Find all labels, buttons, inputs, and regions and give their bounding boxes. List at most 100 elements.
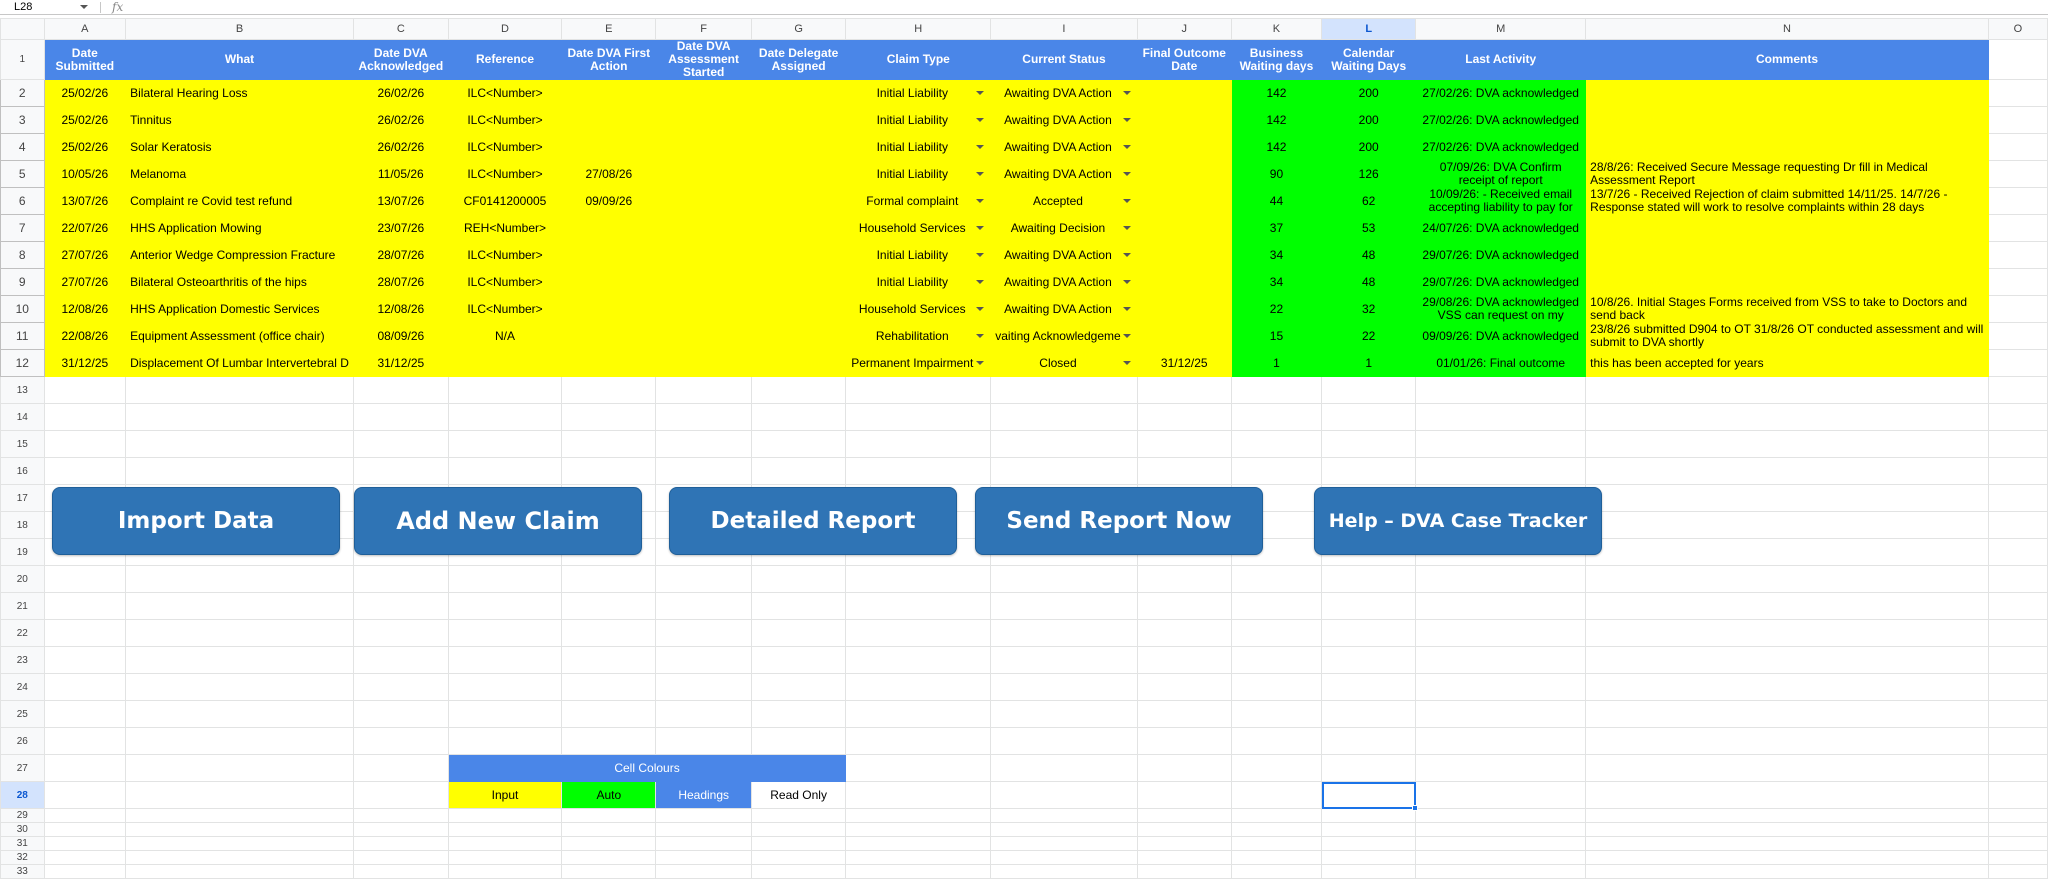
cell[interactable] [1321, 727, 1417, 755]
cell-calendar-waiting-days[interactable]: 48 [1321, 268, 1417, 296]
cell[interactable] [125, 403, 354, 431]
cell-last-activity[interactable]: 24/07/26: DVA acknowledged [1415, 214, 1587, 242]
chevron-down-icon[interactable] [976, 307, 985, 311]
cell[interactable] [1585, 754, 1989, 782]
header-date-dva-acknowledged[interactable]: Date DVA Acknowledged [352, 39, 449, 80]
cell[interactable] [1321, 700, 1417, 728]
cell[interactable] [990, 403, 1138, 431]
cell[interactable] [655, 592, 752, 620]
cell-what[interactable]: Displacement Of Lumbar Intervertebral D [125, 349, 354, 377]
cell[interactable] [1987, 403, 2048, 431]
cell-date-delegate-assigned[interactable] [750, 133, 847, 161]
cell[interactable] [447, 619, 563, 647]
claim-type-dropdown[interactable]: Initial Liability [850, 168, 986, 181]
cell-final-outcome-date[interactable] [1136, 79, 1232, 107]
cell-calendar-waiting-days[interactable]: 200 [1321, 133, 1417, 161]
cell[interactable] [1585, 538, 1989, 566]
cell[interactable] [1230, 781, 1323, 809]
cell-final-outcome-date[interactable] [1136, 106, 1232, 134]
cell[interactable] [655, 403, 752, 431]
cell[interactable] [125, 646, 354, 674]
cell[interactable] [43, 754, 127, 782]
cell-date-submitted[interactable]: 22/08/26 [43, 322, 127, 350]
cell[interactable] [750, 864, 847, 879]
cell[interactable] [1230, 673, 1323, 701]
cell-business-waiting-days[interactable]: 90 [1230, 160, 1323, 188]
cell-reference[interactable]: ILC<Number> [447, 133, 563, 161]
chevron-down-icon[interactable] [976, 91, 985, 95]
cell[interactable] [1987, 850, 2048, 865]
cell-business-waiting-days[interactable]: 1 [1230, 349, 1323, 377]
header-reference[interactable]: Reference [447, 39, 563, 80]
cell[interactable] [1987, 673, 2048, 701]
cell[interactable] [1230, 619, 1323, 647]
cell[interactable] [845, 822, 992, 837]
row-number[interactable]: 14 [0, 403, 45, 431]
cell-current-status[interactable]: Awaiting DVA Action [990, 295, 1138, 323]
cell[interactable] [561, 646, 657, 674]
cell[interactable] [43, 781, 127, 809]
cell[interactable] [1987, 295, 2048, 323]
cell[interactable] [1585, 403, 1989, 431]
cell[interactable] [1230, 808, 1323, 823]
cell[interactable] [1415, 836, 1587, 851]
cell-reference[interactable]: REH<Number> [447, 214, 563, 242]
cell[interactable] [43, 850, 127, 865]
cell-what[interactable]: HHS Application Mowing [125, 214, 354, 242]
select-all-corner[interactable] [0, 18, 45, 40]
cell-date-delegate-assigned[interactable] [750, 106, 847, 134]
cell-claim-type[interactable]: Initial Liability [845, 241, 992, 269]
cell[interactable] [750, 619, 847, 647]
cell-business-waiting-days[interactable]: 44 [1230, 187, 1323, 215]
column-header-m[interactable]: M [1415, 18, 1587, 40]
cell[interactable] [1415, 430, 1587, 458]
cell-date-submitted[interactable]: 25/02/26 [43, 133, 127, 161]
cell[interactable] [125, 864, 354, 879]
cell[interactable] [990, 808, 1138, 823]
cell[interactable] [447, 430, 563, 458]
cell[interactable] [1415, 754, 1587, 782]
cell[interactable] [655, 565, 752, 593]
cell[interactable] [1415, 403, 1587, 431]
column-header-j[interactable]: J [1136, 18, 1232, 40]
cell-comments[interactable]: 13/7/26 - Received Rejection of claim su… [1585, 187, 1989, 215]
chevron-down-icon[interactable] [976, 172, 985, 176]
send-report-now-button[interactable]: Send Report Now [975, 487, 1263, 555]
cell-current-status[interactable]: vaiting Acknowledgeme [990, 322, 1138, 350]
cell-grid[interactable]: ABCDEFGHIJKLMNO 1 Date Submitted What Date… [0, 18, 2048, 879]
cell-final-outcome-date[interactable] [1136, 322, 1232, 350]
cell[interactable] [1585, 592, 1989, 620]
cell[interactable] [990, 673, 1138, 701]
detailed-report-button[interactable]: Detailed Report [669, 487, 957, 555]
chevron-down-icon[interactable] [976, 145, 985, 149]
cell[interactable] [1987, 376, 2048, 404]
cell-comments[interactable]: 23/8/26 submitted D904 to OT 31/8/26 OT … [1585, 322, 1989, 350]
cell[interactable] [1585, 511, 1989, 539]
column-header-o[interactable]: O [1987, 18, 2048, 40]
cell[interactable] [352, 646, 449, 674]
cell-claim-type[interactable]: Initial Liability [845, 79, 992, 107]
cell[interactable] [1230, 864, 1323, 879]
claim-type-dropdown[interactable]: Household Services [850, 222, 986, 235]
cell-calendar-waiting-days[interactable]: 200 [1321, 106, 1417, 134]
status-dropdown[interactable]: vaiting Acknowledgeme [995, 330, 1132, 343]
cell[interactable] [1987, 187, 2048, 215]
cell-calendar-waiting-days[interactable]: 32 [1321, 295, 1417, 323]
cell[interactable] [1585, 565, 1989, 593]
row-number[interactable]: 10 [0, 295, 45, 323]
cell[interactable] [352, 673, 449, 701]
cell[interactable] [750, 592, 847, 620]
cell-claim-type[interactable]: Initial Liability [845, 160, 992, 188]
cell-date-dva-first-action[interactable] [561, 79, 657, 107]
status-dropdown[interactable]: Awaiting Decision [995, 222, 1132, 235]
cell[interactable] [750, 836, 847, 851]
row-number[interactable]: 6 [0, 187, 45, 215]
cell[interactable] [352, 727, 449, 755]
cell-business-waiting-days[interactable]: 142 [1230, 133, 1323, 161]
cell-last-activity[interactable]: 29/08/26: DVA acknowledged VSS can reque… [1415, 295, 1587, 323]
cell-business-waiting-days[interactable]: 34 [1230, 268, 1323, 296]
cell[interactable] [125, 376, 354, 404]
column-header-n[interactable]: N [1585, 18, 1989, 40]
cell-claim-type[interactable]: Household Services [845, 295, 992, 323]
cell-business-waiting-days[interactable]: 22 [1230, 295, 1323, 323]
